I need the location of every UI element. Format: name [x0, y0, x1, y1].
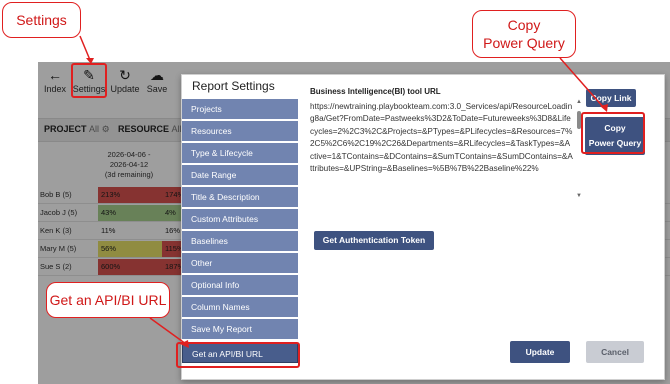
nav-item-save-my-report[interactable]: Save My Report	[182, 319, 298, 339]
scroll-up-icon[interactable]: ▲	[576, 99, 582, 105]
nav-item-column-names[interactable]: Column Names	[182, 297, 298, 317]
nav-item-type-lifecycle[interactable]: Type & Lifecycle	[182, 143, 298, 163]
nav-item-baselines[interactable]: Baselines	[182, 231, 298, 251]
nav-item-optional-info[interactable]: Optional Info	[182, 275, 298, 295]
nav-item-title-description[interactable]: Title & Description	[182, 187, 298, 207]
copy-callout-line: Power Query	[483, 35, 565, 51]
bi-url-label: Business Intelligence(BI) tool URL	[310, 87, 441, 96]
nav-item-resources[interactable]: Resources	[182, 121, 298, 141]
nav-item-other[interactable]: Other	[182, 253, 298, 273]
update-button[interactable]: Update	[510, 341, 570, 363]
nav-item-date-range[interactable]: Date Range	[182, 165, 298, 185]
copy-callout-line: Copy	[507, 17, 541, 33]
nav-item-custom-attributes[interactable]: Custom Attributes	[182, 209, 298, 229]
get-auth-token-button[interactable]: Get Authentication Token	[314, 231, 434, 250]
api-url-highlight-box	[176, 342, 300, 368]
scroll-down-icon[interactable]: ▼	[576, 193, 582, 199]
copy-power-query-highlight-box	[581, 112, 645, 154]
bi-url-text[interactable]: https://newtraining.playbookteam.com:3.0…	[310, 101, 574, 201]
copy-link-button[interactable]: Copy Link	[586, 89, 636, 107]
api-bi-url-callout: Get an API/BI URL	[46, 282, 170, 318]
screenshot-stage: ← Index ✎ Settings ↻ Update ☁ Save PROJE…	[0, 0, 670, 384]
settings-callout: Settings	[2, 2, 81, 38]
settings-highlight-box	[71, 63, 107, 98]
nav-item-projects[interactable]: Projects	[182, 99, 298, 119]
dialog-title: Report Settings	[192, 79, 275, 93]
cancel-button[interactable]: Cancel	[586, 341, 644, 363]
settings-arrow	[79, 35, 91, 61]
copy-power-query-callout: Copy Power Query	[472, 10, 576, 58]
